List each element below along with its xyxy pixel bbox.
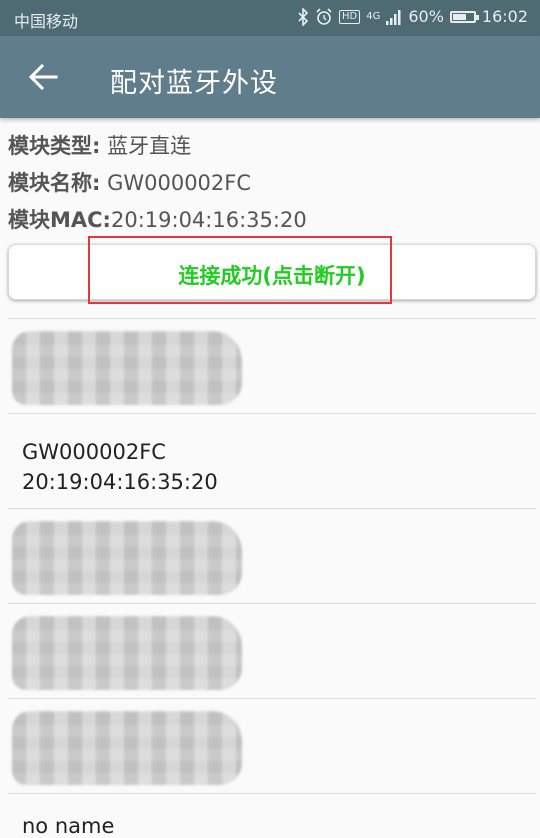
module-name-row: 模块名称: GW000002FC	[8, 165, 307, 202]
list-item[interactable]	[8, 508, 536, 603]
list-item[interactable]	[8, 318, 536, 413]
page-title: 配对蓝牙外设	[110, 68, 278, 99]
battery-percent: 60%	[408, 7, 444, 26]
list-item[interactable]	[8, 698, 536, 793]
status-bar: 中国移动 HD 4G 60% 16:02	[0, 0, 540, 36]
carrier-label: 中国移动	[14, 12, 79, 31]
hd-voice-icon: HD	[338, 9, 361, 24]
module-name-value: GW000002FC	[100, 171, 252, 195]
device-list: GW000002FC 20:19:04:16:35:20 no name	[8, 318, 536, 838]
redacted-blur	[12, 616, 242, 690]
module-mac-value: 20:19:04:16:35:20	[110, 208, 307, 232]
network-type-icon: 4G	[366, 10, 381, 22]
redacted-blur	[12, 331, 242, 405]
clock: 16:02	[481, 7, 528, 26]
app-bar: 配对蓝牙外设	[0, 36, 540, 118]
module-mac-row: 模块MAC:20:19:04:16:35:20	[8, 202, 307, 239]
module-info: 模块类型: 蓝牙直连 模块名称: GW000002FC 模块MAC:20:19:…	[8, 128, 307, 239]
module-type-row: 模块类型: 蓝牙直连	[8, 128, 307, 165]
bluetooth-icon	[297, 7, 309, 26]
device-name: no name	[22, 814, 115, 838]
back-arrow-icon[interactable]	[26, 62, 60, 92]
list-item[interactable]: no name	[8, 793, 536, 838]
module-mac-label: 模块MAC:	[8, 208, 111, 232]
list-item[interactable]: GW000002FC 20:19:04:16:35:20	[8, 413, 536, 508]
device-name: GW000002FC	[22, 440, 166, 464]
status-icons: HD 4G 60% 16:02	[297, 7, 528, 26]
list-item[interactable]	[8, 603, 536, 698]
module-name-label: 模块名称:	[8, 171, 101, 195]
module-type-label: 模块类型:	[8, 134, 101, 158]
alarm-icon	[315, 7, 333, 26]
device-mac: 20:19:04:16:35:20	[22, 470, 218, 494]
module-type-value: 蓝牙直连	[100, 134, 192, 158]
highlight-annotation	[88, 236, 392, 304]
battery-icon	[449, 10, 479, 23]
redacted-blur	[12, 711, 242, 785]
signal-icon	[386, 9, 402, 25]
redacted-blur	[12, 521, 242, 595]
